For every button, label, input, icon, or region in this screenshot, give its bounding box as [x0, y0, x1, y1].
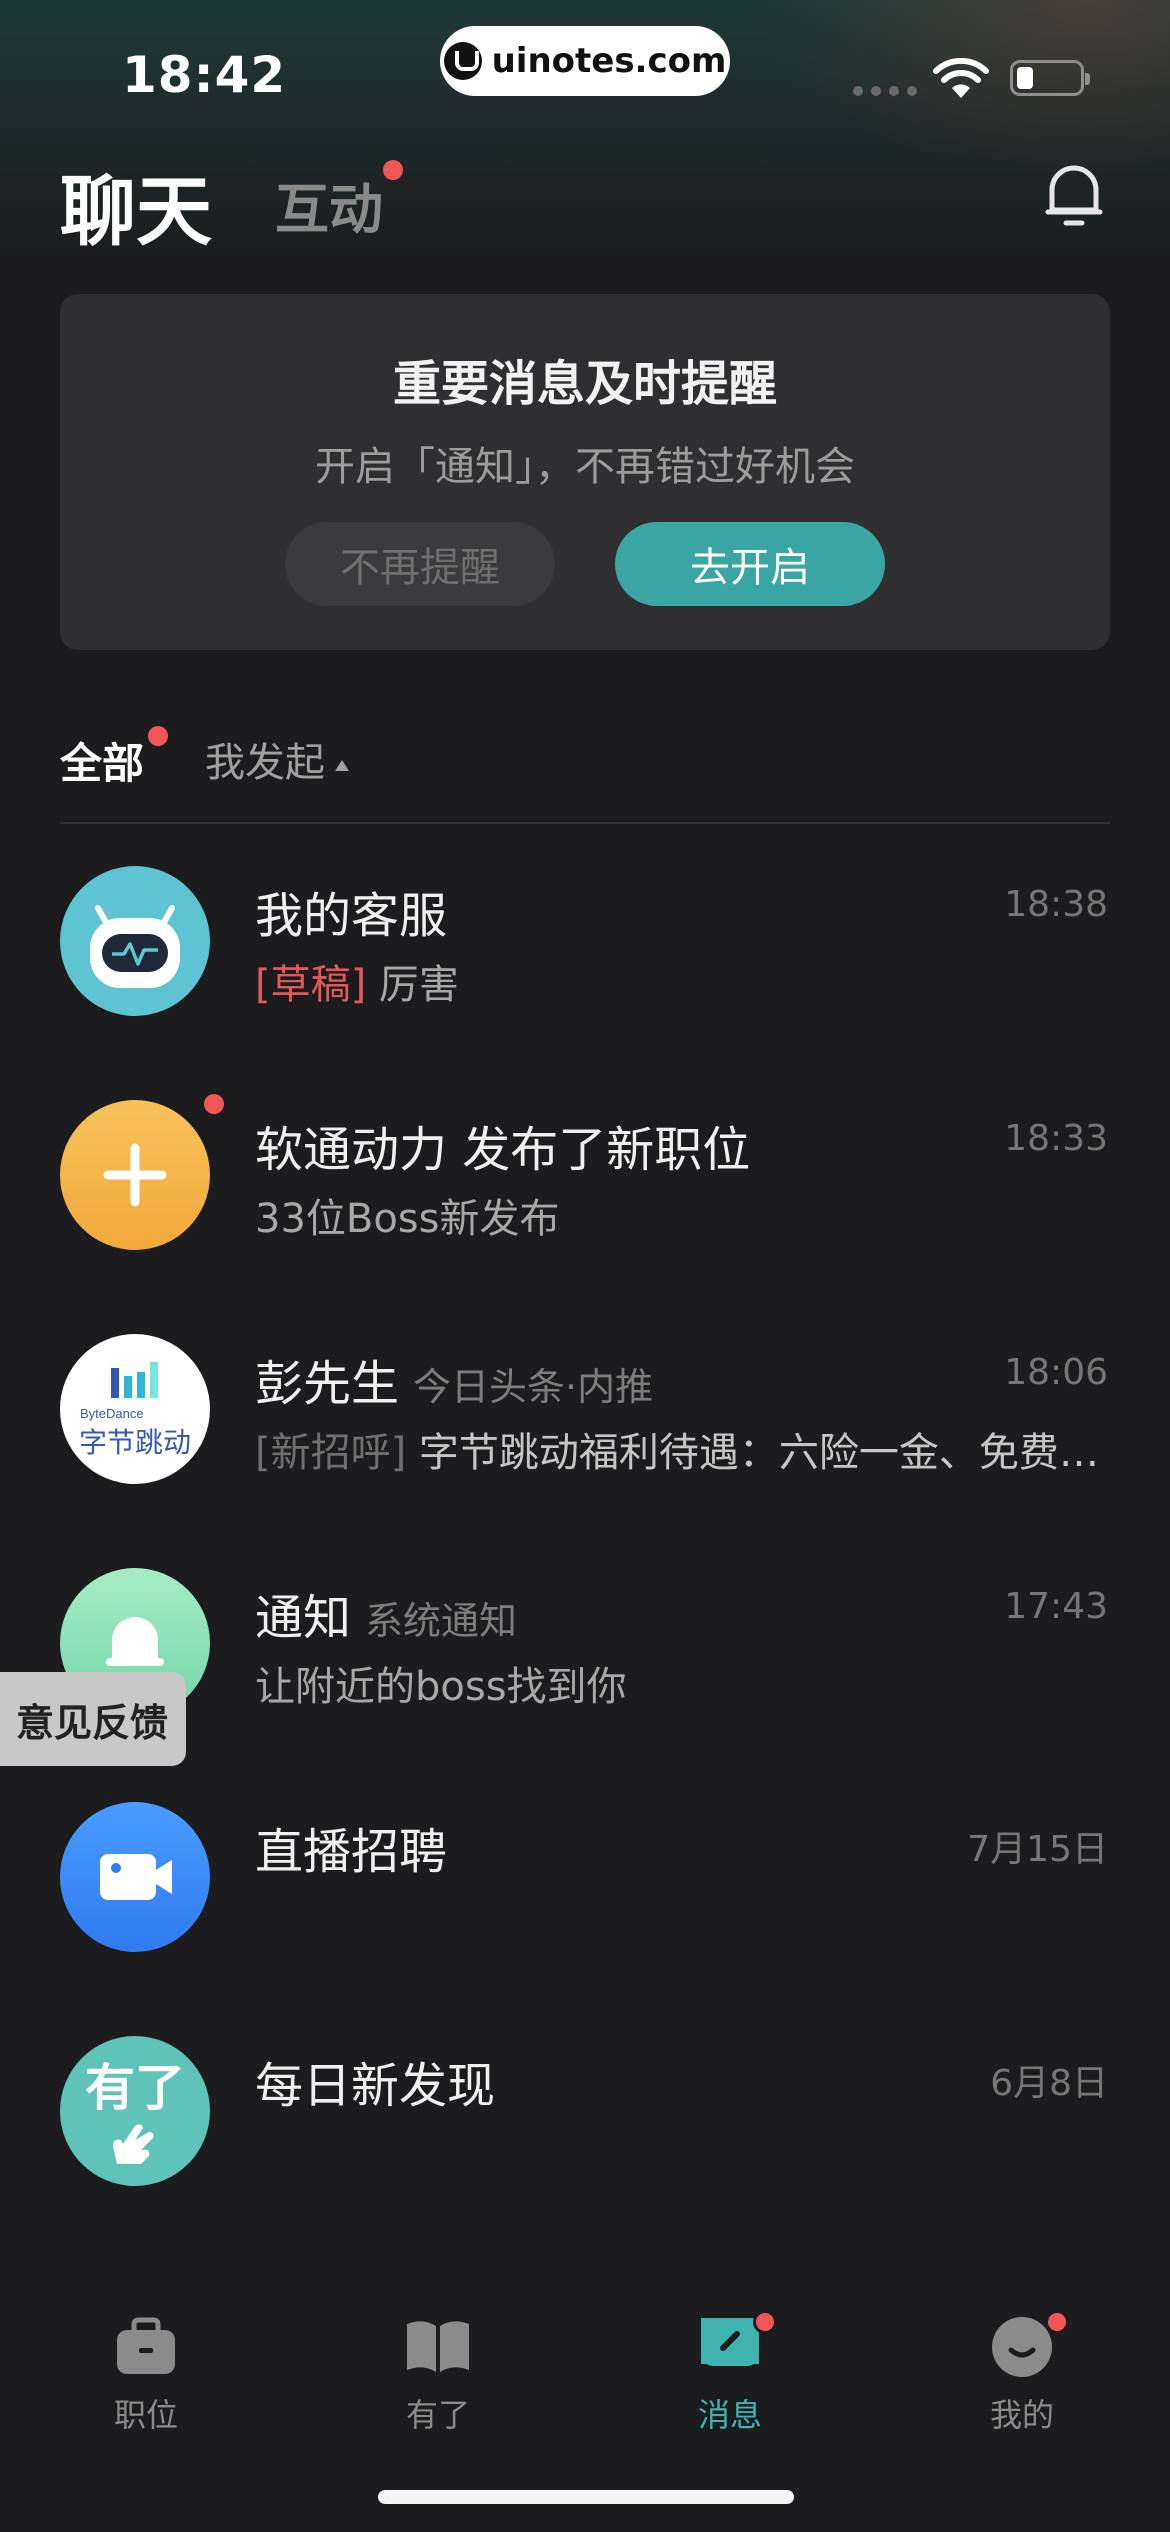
enable-notification-button[interactable]: 去开启 [615, 522, 885, 606]
hand-icon [113, 2124, 154, 2164]
bytedance-avatar: ByteDance 字节跳动 [60, 1334, 210, 1484]
chat-preview: [草稿] 厉害 [255, 952, 1135, 1010]
tab-jobs[interactable]: 职位 [46, 2310, 246, 2436]
tab-interact[interactable]: 互动 [275, 165, 383, 244]
status-bar: 18:42 uinotes.com [0, 0, 1170, 140]
chat-time: 18:06 [1004, 1352, 1108, 1393]
filter-all-badge [148, 726, 168, 746]
youle-avatar-text: 有了 [85, 2059, 185, 2117]
plus-avatar-icon [60, 1100, 210, 1250]
tab-youle-label: 有了 [405, 2396, 470, 2434]
site-logo-icon [443, 42, 482, 80]
draft-label: [草稿] [255, 962, 367, 1008]
site-name: uinotes.com [491, 41, 727, 81]
dropdown-triangle-icon [335, 759, 349, 771]
notification-bell-button[interactable] [1044, 160, 1104, 230]
greeting-label: [新招呼] [255, 1430, 407, 1476]
chat-time: 18:33 [1004, 1118, 1108, 1159]
chat-row-daily-discovery[interactable]: 有了 每日新发现 6月8日 [0, 2036, 1170, 2270]
chat-name: 每日新发现 [255, 2058, 496, 2114]
dismiss-reminder-button[interactable]: 不再提醒 [285, 522, 555, 606]
filter-initiated-label: 我发起 [205, 740, 325, 786]
chat-tag: 今日头条·内推 [413, 1365, 654, 1409]
briefcase-icon [111, 2310, 181, 2380]
wifi-icon [933, 58, 989, 98]
tab-profile-label: 我的 [989, 2396, 1054, 2434]
chat-name: 软通动力 发布了新职位 [255, 1122, 751, 1178]
home-indicator [378, 2490, 794, 2504]
chat-tag: 系统通知 [365, 1599, 518, 1643]
battery-icon [1010, 60, 1090, 96]
robot-avatar-icon [60, 866, 210, 1016]
tab-chat[interactable]: 聊天 [60, 150, 212, 260]
divider [60, 822, 1110, 824]
chat-message: 让附近的boss找到你 [255, 1664, 627, 1710]
tab-jobs-label: 职位 [113, 2396, 178, 2434]
chat-row-live-recruiting[interactable]: 直播招聘 7月15日 [0, 1802, 1170, 2036]
unread-badge [204, 1094, 224, 1114]
tab-youle[interactable]: 有了 [338, 2310, 538, 2436]
notification-prompt-card: 重要消息及时提醒 开启「通知」，不再错过好机会 不再提醒 去开启 [60, 294, 1110, 650]
chat-name-line: 通知 系统通知 [255, 1578, 517, 1648]
video-camera-avatar-icon [60, 1802, 210, 1952]
filter-initiated-by-me[interactable]: 我发起 [205, 730, 349, 788]
site-badge: uinotes.com [440, 26, 730, 96]
tab-interact-badge [383, 160, 403, 180]
chat-name: 直播招聘 [255, 1824, 448, 1880]
bytedance-cn-text: 字节跳动 [78, 1425, 191, 1459]
chat-time: 7月15日 [967, 1829, 1108, 1870]
status-time: 18:42 [122, 46, 287, 104]
chat-name-line: 彭先生 今日头条·内推 [255, 1344, 653, 1414]
tab-profile-badge [1045, 2310, 1069, 2334]
chat-message: 33位Boss新发布 [255, 1196, 560, 1242]
chat-name: 我的客服 [255, 888, 448, 944]
chat-row-customer-service[interactable]: 我的客服 18:38 [草稿] 厉害 [0, 866, 1170, 1100]
book-icon [403, 2310, 473, 2380]
feedback-button[interactable]: 意见反馈 [0, 1672, 186, 1766]
tab-messages[interactable]: 消息 [630, 2310, 830, 2436]
notice-subtitle: 开启「通知」，不再错过好机会 [315, 444, 855, 490]
tab-messages-badge [753, 2310, 777, 2334]
chat-time: 6月8日 [990, 2063, 1108, 2104]
chat-name: 彭先生 [255, 1356, 400, 1412]
bell-icon [1045, 165, 1103, 226]
chat-message: 厉害 [366, 962, 459, 1008]
bytedance-logo-icon [111, 1361, 158, 1398]
bytedance-en-text: ByteDance [80, 1405, 144, 1421]
youle-avatar: 有了 [60, 2036, 210, 2186]
chat-preview: [新招呼] 字节跳动福利待遇：六险一金、免费三餐、下午茶、租房补贴 [255, 1420, 1135, 1478]
chat-time: 17:43 [1004, 1586, 1108, 1627]
chat-row-peng[interactable]: ByteDance 字节跳动 彭先生 今日头条·内推 18:06 [新招呼] 字节… [0, 1334, 1170, 1568]
chat-message: 字节跳动福利待遇：六险一金、免费三餐、下午茶、租房补贴 [418, 1430, 1135, 1476]
signal-dots-icon [853, 86, 917, 96]
chat-row-new-jobs[interactable]: 软通动力 发布了新职位 18:33 33位Boss新发布 [0, 1094, 1170, 1334]
tab-profile[interactable]: 我的 [922, 2310, 1122, 2436]
notice-title: 重要消息及时提醒 [392, 356, 777, 412]
filter-all[interactable]: 全部 [60, 730, 144, 791]
chat-name: 通知 [255, 1590, 352, 1646]
tab-messages-label: 消息 [697, 2396, 762, 2434]
chat-time: 18:38 [1004, 884, 1108, 925]
